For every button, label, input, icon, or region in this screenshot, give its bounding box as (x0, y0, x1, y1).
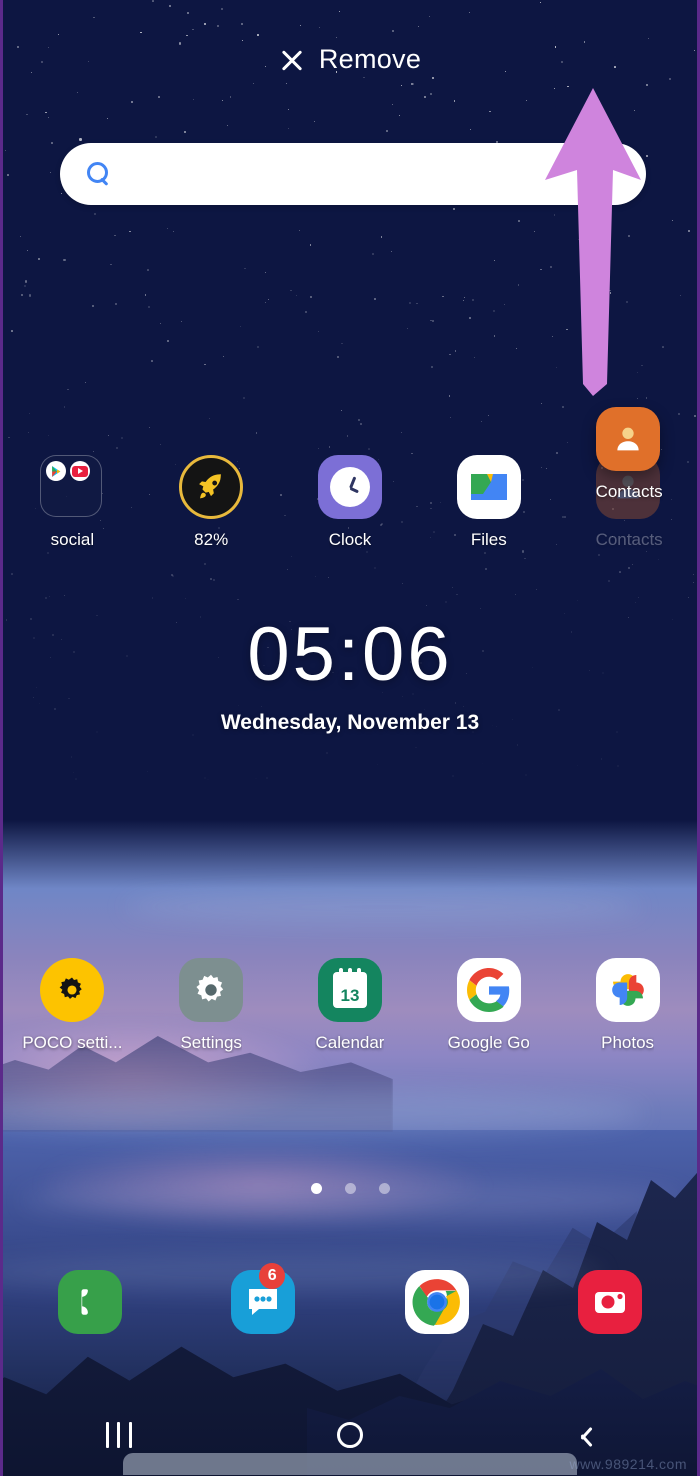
app-photos[interactable]: Photos (558, 958, 697, 1053)
dock-app-phone[interactable] (3, 1270, 177, 1334)
rocket-booster-icon (179, 455, 244, 519)
phone-icon (57, 1270, 122, 1334)
calendar-icon: 13 (317, 958, 382, 1022)
app-label-ghost: Contacts (595, 530, 663, 549)
phone-screen: Remove social 82% Clock Files Contacts C… (0, 0, 700, 1476)
clock-date: Wednesday, November 13 (220, 711, 480, 734)
google-photos-icon (595, 958, 660, 1022)
clock-time: 05:06 (247, 612, 453, 697)
app-settings[interactable]: Settings (142, 958, 281, 1053)
app-social-folder[interactable]: social (3, 455, 142, 550)
home-icon (336, 1422, 363, 1448)
contacts-dragged-icon[interactable]: Contacts (595, 407, 663, 502)
app-label: Photos (601, 1033, 655, 1052)
play-store-icon (46, 461, 67, 481)
gesture-hint-pill[interactable] (123, 1453, 577, 1475)
page-dot-2[interactable] (344, 1183, 356, 1194)
page-dot-1[interactable] (310, 1183, 322, 1194)
calendar-day: 13 (340, 986, 360, 1005)
app-label: POCO setti... (22, 1033, 123, 1052)
app-contacts-slot[interactable]: Contacts Contacts (558, 407, 697, 550)
recents-icon (105, 1422, 132, 1448)
contacts-drag-container: Contacts Contacts (595, 407, 663, 549)
app-label: Settings (180, 1033, 242, 1052)
page-dot-3[interactable] (378, 1183, 390, 1194)
app-files[interactable]: Files (419, 455, 558, 550)
folder-icon (40, 455, 104, 519)
remove-drop-target[interactable]: Remove (3, 44, 697, 75)
app-label: Calendar (315, 1033, 385, 1052)
app-label: Clock (328, 530, 372, 549)
close-icon (279, 47, 305, 73)
app-calendar[interactable]: 13 Calendar (281, 958, 420, 1053)
poco-settings-icon (40, 958, 105, 1022)
clock-widget[interactable]: 05:06 Wednesday, November 13 (3, 617, 697, 735)
app-booster[interactable]: 82% (142, 455, 281, 550)
clock-icon (317, 455, 382, 519)
youtube-icon (70, 461, 91, 481)
annotation-arrow-up (545, 88, 641, 396)
search-icon (86, 161, 112, 187)
app-label: social (50, 530, 95, 549)
wallpaper-mist-4 (123, 890, 643, 924)
page-indicator (3, 1183, 697, 1194)
app-label: Contacts (595, 482, 663, 501)
app-label: 82% (194, 530, 229, 549)
dock-app-messages[interactable]: 6 (177, 1263, 351, 1334)
dock: 6 (3, 1263, 698, 1334)
dock-app-chrome[interactable] (350, 1270, 524, 1334)
back-icon (570, 1424, 592, 1446)
google-icon (456, 958, 521, 1022)
watermark: www.989214.com (569, 1456, 687, 1472)
chrome-icon (404, 1270, 469, 1334)
settings-gear-icon (179, 958, 244, 1022)
dock-app-camera[interactable] (524, 1270, 698, 1334)
app-label: Files (470, 530, 507, 549)
camera-icon (578, 1270, 643, 1334)
app-row-1: social 82% Clock Files Contacts Contacts (3, 407, 697, 550)
files-icon (456, 455, 521, 519)
app-google-go[interactable]: Google Go (419, 958, 558, 1053)
app-clock[interactable]: Clock (281, 455, 420, 550)
app-row-2: POCO setti... Settings 13 Calendar Googl… (3, 958, 697, 1053)
app-label: Google Go (447, 1033, 530, 1052)
app-poco-settings[interactable]: POCO setti... (3, 958, 142, 1053)
remove-label: Remove (318, 44, 422, 74)
